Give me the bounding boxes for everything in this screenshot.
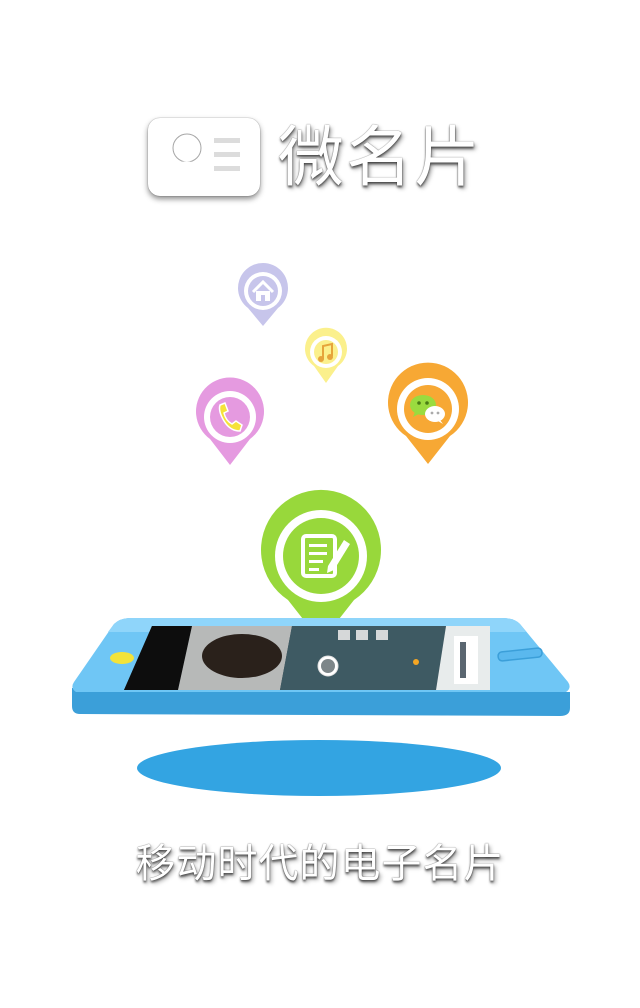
phone-pin xyxy=(194,377,266,467)
tagline: 移动时代的电子名片 xyxy=(135,841,505,887)
phone-device xyxy=(66,610,576,722)
home-pin xyxy=(236,263,290,328)
music-pin xyxy=(304,327,348,384)
contact-card-icon xyxy=(148,118,260,196)
phone-screen xyxy=(124,626,490,690)
wechat-pin xyxy=(386,362,470,466)
app-logo: 微名片 xyxy=(148,118,508,202)
app-title: 微名片 xyxy=(278,119,482,196)
phone-shadow xyxy=(137,740,501,796)
